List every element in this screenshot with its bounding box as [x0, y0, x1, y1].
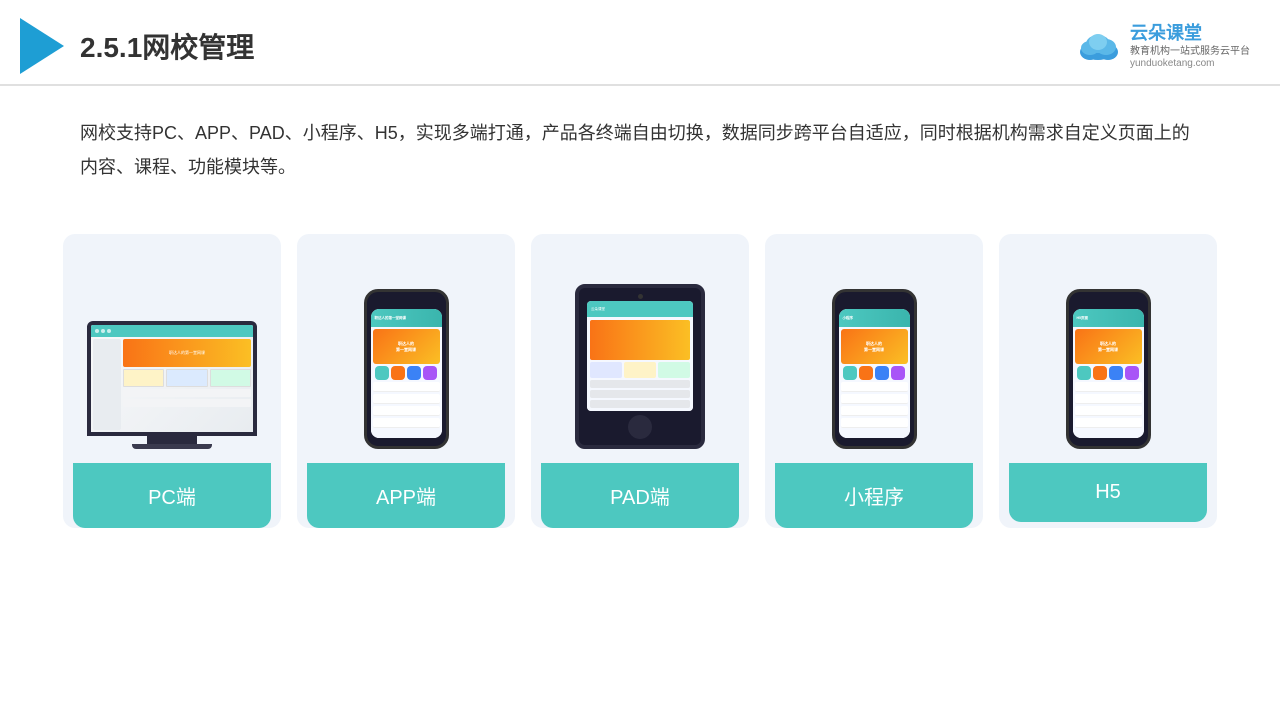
tablet-body: 云朵课堂 [575, 284, 705, 449]
phone-mini-mockup: 小程序 职达人的第一堂网课 [832, 289, 917, 449]
brand-text: 云朵课堂 教育机构一站式服务云平台 yunduoketang.com [1130, 23, 1250, 69]
card-miniprogram-label: 小程序 [775, 463, 973, 528]
card-h5-image: H5页面 职达人的第一堂网课 [1009, 254, 1207, 449]
header-right: 云朵课堂 教育机构一站式服务云平台 yunduoketang.com [1076, 23, 1250, 69]
header: 2.5.1网校管理 云朵课堂 教育机构一站式服务云平台 yunduoketang… [0, 0, 1280, 86]
brand-subtitle: 教育机构一站式服务云平台 [1130, 45, 1250, 58]
brand-logo: 云朵课堂 教育机构一站式服务云平台 yunduoketang.com [1076, 23, 1250, 69]
pc-screen: 职达人的第一堂网课 [87, 321, 257, 436]
brand-name: 云朵课堂 [1130, 23, 1202, 45]
card-pad: 云朵课堂 [531, 234, 749, 528]
card-app: 职达人的第一堂网课 职达人的第一堂网课 [297, 234, 515, 528]
phone-app-body: 职达人的第一堂网课 职达人的第一堂网课 [364, 289, 449, 449]
card-pc: 职达人的第一堂网课 [63, 234, 281, 528]
description-paragraph: 网校支持PC、APP、PAD、小程序、H5，实现多端打通，产品各终端自由切换，数… [80, 116, 1200, 184]
card-app-label: APP端 [307, 463, 505, 528]
card-miniprogram: 小程序 职达人的第一堂网课 [765, 234, 983, 528]
card-h5: H5页面 职达人的第一堂网课 [999, 234, 1217, 528]
phone-h5-body: H5页面 职达人的第一堂网课 [1066, 289, 1151, 449]
card-pc-image: 职达人的第一堂网课 [73, 254, 271, 449]
cloud-icon [1076, 28, 1124, 64]
pc-mockup: 职达人的第一堂网课 [87, 321, 257, 449]
card-h5-label: H5 [1009, 463, 1207, 522]
tablet-mockup: 云朵课堂 [575, 284, 705, 449]
card-pad-label: PAD端 [541, 463, 739, 528]
card-app-image: 职达人的第一堂网课 职达人的第一堂网课 [307, 254, 505, 449]
phone-app-mockup: 职达人的第一堂网课 职达人的第一堂网课 [364, 289, 449, 449]
logo-triangle-icon [20, 18, 64, 74]
page-title: 2.5.1网校管理 [80, 26, 254, 66]
card-pad-image: 云朵课堂 [541, 254, 739, 449]
phone-mini-body: 小程序 职达人的第一堂网课 [832, 289, 917, 449]
description-text: 网校支持PC、APP、PAD、小程序、H5，实现多端打通，产品各终端自由切换，数… [0, 86, 1280, 204]
card-miniprogram-image: 小程序 职达人的第一堂网课 [775, 254, 973, 449]
brand-url: yunduoketang.com [1130, 58, 1215, 69]
cards-container: 职达人的第一堂网课 [0, 214, 1280, 548]
header-left: 2.5.1网校管理 [20, 18, 254, 74]
phone-h5-mockup: H5页面 职达人的第一堂网课 [1066, 289, 1151, 449]
card-pc-label: PC端 [73, 463, 271, 528]
